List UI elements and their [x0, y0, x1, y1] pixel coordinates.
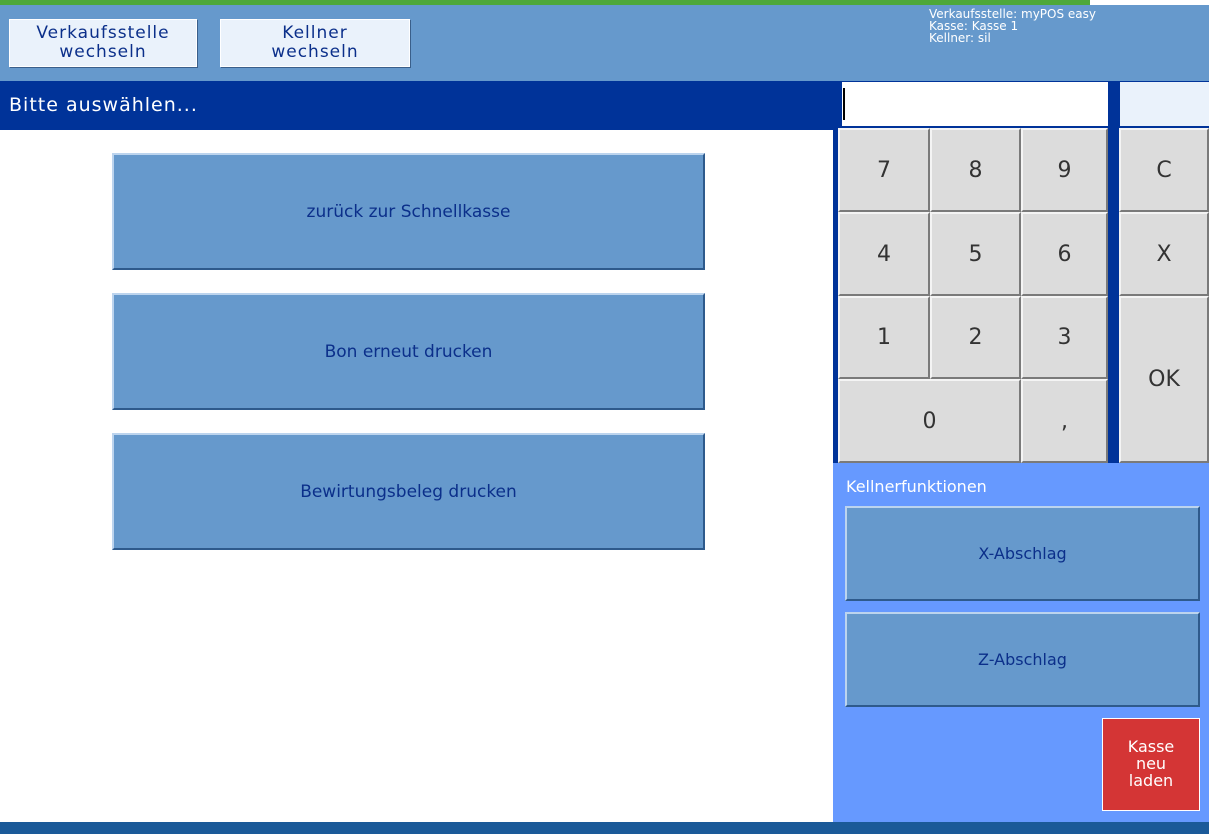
reprint-receipt-button[interactable]: Bon erneut drucken	[112, 293, 705, 410]
change-sales-point-button[interactable]: Verkaufsstelle wechseln	[9, 19, 197, 67]
key-multiply[interactable]: X	[1119, 212, 1209, 296]
key-9[interactable]: 9	[1021, 128, 1108, 212]
key-0[interactable]: 0	[838, 379, 1021, 463]
text-cursor	[843, 88, 845, 120]
change-sales-point-label-1: Verkaufsstelle	[36, 23, 170, 43]
key-1[interactable]: 1	[838, 296, 930, 379]
keypad-display[interactable]	[842, 82, 1108, 126]
key-2[interactable]: 2	[930, 296, 1021, 379]
change-waiter-label-2: wechseln	[271, 42, 359, 62]
key-6[interactable]: 6	[1021, 212, 1108, 296]
print-hospitality-receipt-button[interactable]: Bewirtungsbeleg drucken	[112, 433, 705, 550]
reload-register-button[interactable]: Kasse neu laden	[1102, 718, 1200, 811]
bottom-bar	[0, 822, 1209, 834]
z-report-button[interactable]: Z-Abschlag	[845, 612, 1200, 707]
reload-label-3: laden	[1128, 771, 1174, 790]
waiter-functions-title: Kellnerfunktionen	[846, 477, 987, 496]
key-8[interactable]: 8	[930, 128, 1021, 212]
x-report-button[interactable]: X-Abschlag	[845, 506, 1200, 601]
key-ok[interactable]: OK	[1119, 296, 1209, 463]
key-7[interactable]: 7	[838, 128, 930, 212]
page-title: Bitte auswählen...	[9, 94, 198, 116]
key-5[interactable]: 5	[930, 212, 1021, 296]
keypad-secondary-display	[1120, 82, 1209, 126]
key-clear[interactable]: C	[1119, 128, 1209, 212]
info-waiter: Kellner: sil	[929, 31, 991, 45]
change-waiter-label-1: Kellner	[282, 23, 348, 43]
change-sales-point-label-2: wechseln	[59, 42, 147, 62]
key-3[interactable]: 3	[1021, 296, 1108, 379]
key-comma[interactable]: ,	[1021, 379, 1108, 463]
reload-label-1: Kasse	[1127, 737, 1175, 756]
back-to-quick-checkout-button[interactable]: zurück zur Schnellkasse	[112, 153, 705, 270]
session-info: Verkaufsstelle: myPOS easy Kasse: Kasse …	[929, 8, 1096, 44]
key-4[interactable]: 4	[838, 212, 930, 296]
reload-label-2: neu	[1135, 754, 1167, 773]
title-bar: Bitte auswählen...	[0, 81, 833, 130]
change-waiter-button[interactable]: Kellner wechseln	[220, 19, 410, 67]
